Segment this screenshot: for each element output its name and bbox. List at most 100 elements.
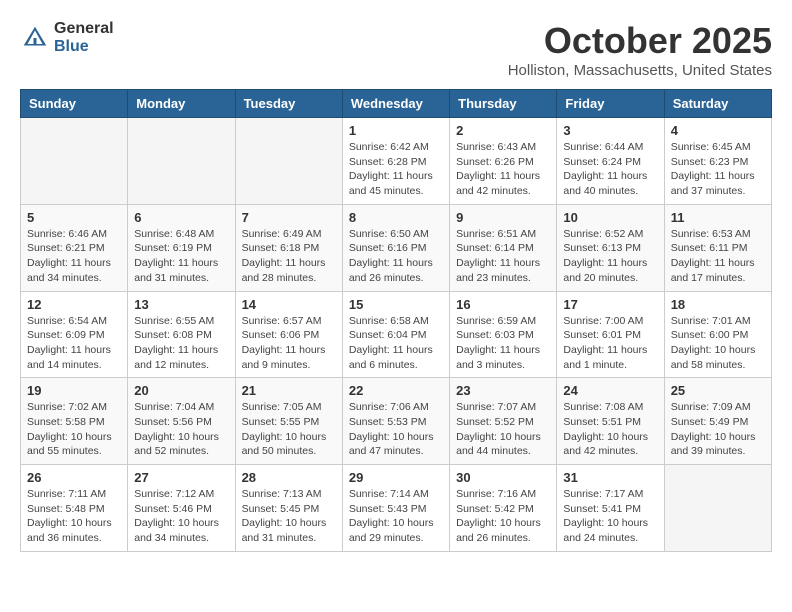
calendar-cell: 11 Sunrise: 6:53 AM Sunset: 6:11 PM Dayli… — [664, 204, 771, 291]
calendar-cell: 14 Sunrise: 6:57 AM Sunset: 6:06 PM Dayli… — [235, 291, 342, 378]
day-number: 3 — [563, 123, 657, 138]
day-number: 17 — [563, 297, 657, 312]
day-info: Sunrise: 6:49 AM Sunset: 6:18 PM Dayligh… — [242, 227, 336, 286]
day-info: Sunrise: 6:46 AM Sunset: 6:21 PM Dayligh… — [27, 227, 121, 286]
day-number: 29 — [349, 470, 443, 485]
calendar-cell: 26 Sunrise: 7:11 AM Sunset: 5:48 PM Dayli… — [21, 465, 128, 552]
calendar-cell: 19 Sunrise: 7:02 AM Sunset: 5:58 PM Dayli… — [21, 378, 128, 465]
day-info: Sunrise: 7:00 AM Sunset: 6:01 PM Dayligh… — [563, 314, 657, 373]
day-info: Sunrise: 7:11 AM Sunset: 5:48 PM Dayligh… — [27, 487, 121, 546]
calendar-cell: 28 Sunrise: 7:13 AM Sunset: 5:45 PM Dayli… — [235, 465, 342, 552]
calendar-cell: 16 Sunrise: 6:59 AM Sunset: 6:03 PM Dayli… — [450, 291, 557, 378]
day-number: 31 — [563, 470, 657, 485]
calendar-cell: 4 Sunrise: 6:45 AM Sunset: 6:23 PM Daylig… — [664, 118, 771, 205]
calendar-cell: 12 Sunrise: 6:54 AM Sunset: 6:09 PM Dayli… — [21, 291, 128, 378]
day-info: Sunrise: 6:58 AM Sunset: 6:04 PM Dayligh… — [349, 314, 443, 373]
calendar-cell: 20 Sunrise: 7:04 AM Sunset: 5:56 PM Dayli… — [128, 378, 235, 465]
calendar-header-row: SundayMondayTuesdayWednesdayThursdayFrid… — [21, 90, 772, 118]
day-number: 8 — [349, 210, 443, 225]
day-number: 26 — [27, 470, 121, 485]
day-info: Sunrise: 6:53 AM Sunset: 6:11 PM Dayligh… — [671, 227, 765, 286]
day-number: 14 — [242, 297, 336, 312]
day-number: 15 — [349, 297, 443, 312]
calendar-cell: 17 Sunrise: 7:00 AM Sunset: 6:01 PM Dayli… — [557, 291, 664, 378]
calendar-cell: 1 Sunrise: 6:42 AM Sunset: 6:28 PM Daylig… — [342, 118, 449, 205]
calendar-cell: 15 Sunrise: 6:58 AM Sunset: 6:04 PM Dayli… — [342, 291, 449, 378]
day-info: Sunrise: 6:50 AM Sunset: 6:16 PM Dayligh… — [349, 227, 443, 286]
day-number: 28 — [242, 470, 336, 485]
day-info: Sunrise: 7:17 AM Sunset: 5:41 PM Dayligh… — [563, 487, 657, 546]
day-info: Sunrise: 7:13 AM Sunset: 5:45 PM Dayligh… — [242, 487, 336, 546]
day-number: 18 — [671, 297, 765, 312]
day-info: Sunrise: 7:01 AM Sunset: 6:00 PM Dayligh… — [671, 314, 765, 373]
calendar-week-row: 5 Sunrise: 6:46 AM Sunset: 6:21 PM Daylig… — [21, 204, 772, 291]
day-number: 5 — [27, 210, 121, 225]
day-info: Sunrise: 6:48 AM Sunset: 6:19 PM Dayligh… — [134, 227, 228, 286]
calendar-cell: 30Sunrise: 7:16 AM Sunset: 5:42 PM Dayli… — [450, 465, 557, 552]
day-number: 23 — [456, 383, 550, 398]
day-number: 11 — [671, 210, 765, 225]
day-number: 24 — [563, 383, 657, 398]
day-info: Sunrise: 7:04 AM Sunset: 5:56 PM Dayligh… — [134, 400, 228, 459]
calendar-week-row: 19 Sunrise: 7:02 AM Sunset: 5:58 PM Dayli… — [21, 378, 772, 465]
calendar-cell — [235, 118, 342, 205]
day-info: Sunrise: 7:09 AM Sunset: 5:49 PM Dayligh… — [671, 400, 765, 459]
day-info: Sunrise: 6:57 AM Sunset: 6:06 PM Dayligh… — [242, 314, 336, 373]
day-header-thursday: Thursday — [450, 90, 557, 118]
calendar-week-row: 12 Sunrise: 6:54 AM Sunset: 6:09 PM Dayli… — [21, 291, 772, 378]
calendar-cell: 6 Sunrise: 6:48 AM Sunset: 6:19 PM Daylig… — [128, 204, 235, 291]
day-info: Sunrise: 6:59 AM Sunset: 6:03 PM Dayligh… — [456, 314, 550, 373]
calendar-table: SundayMondayTuesdayWednesdayThursdayFrid… — [20, 89, 772, 552]
logo-icon — [20, 23, 50, 53]
calendar-cell: 9Sunrise: 6:51 AM Sunset: 6:14 PM Daylig… — [450, 204, 557, 291]
day-info: Sunrise: 7:14 AM Sunset: 5:43 PM Dayligh… — [349, 487, 443, 546]
calendar-cell: 13Sunrise: 6:55 AM Sunset: 6:08 PM Dayli… — [128, 291, 235, 378]
day-info: Sunrise: 6:42 AM Sunset: 6:28 PM Dayligh… — [349, 140, 443, 199]
day-number: 4 — [671, 123, 765, 138]
calendar-cell: 8 Sunrise: 6:50 AM Sunset: 6:16 PM Daylig… — [342, 204, 449, 291]
day-info: Sunrise: 6:45 AM Sunset: 6:23 PM Dayligh… — [671, 140, 765, 199]
calendar-cell: 2Sunrise: 6:43 AM Sunset: 6:26 PM Daylig… — [450, 118, 557, 205]
day-header-wednesday: Wednesday — [342, 90, 449, 118]
logo-blue-text: Blue — [54, 38, 114, 56]
day-header-sunday: Sunday — [21, 90, 128, 118]
day-number: 19 — [27, 383, 121, 398]
day-number: 30 — [456, 470, 550, 485]
day-number: 7 — [242, 210, 336, 225]
calendar-cell — [21, 118, 128, 205]
page-header: General Blue October 2025 Holliston, Mas… — [20, 20, 772, 79]
month-title: October 2025 — [508, 20, 772, 62]
day-number: 9 — [456, 210, 550, 225]
logo-text: General Blue — [54, 20, 114, 55]
calendar-cell: 23 Sunrise: 7:07 AM Sunset: 5:52 PM Dayli… — [450, 378, 557, 465]
title-area: October 2025 Holliston, Massachusetts, U… — [508, 20, 772, 79]
calendar-cell: 25 Sunrise: 7:09 AM Sunset: 5:49 PM Dayli… — [664, 378, 771, 465]
day-header-monday: Monday — [128, 90, 235, 118]
day-info: Sunrise: 7:12 AM Sunset: 5:46 PM Dayligh… — [134, 487, 228, 546]
calendar-week-row: 26 Sunrise: 7:11 AM Sunset: 5:48 PM Dayli… — [21, 465, 772, 552]
calendar-cell — [664, 465, 771, 552]
day-info: Sunrise: 6:44 AM Sunset: 6:24 PM Dayligh… — [563, 140, 657, 199]
day-number: 1 — [349, 123, 443, 138]
day-header-friday: Friday — [557, 90, 664, 118]
day-number: 16 — [456, 297, 550, 312]
day-number: 20 — [134, 383, 228, 398]
calendar-cell: 31 Sunrise: 7:17 AM Sunset: 5:41 PM Dayli… — [557, 465, 664, 552]
day-info: Sunrise: 7:02 AM Sunset: 5:58 PM Dayligh… — [27, 400, 121, 459]
day-number: 25 — [671, 383, 765, 398]
calendar-cell: 24Sunrise: 7:08 AM Sunset: 5:51 PM Dayli… — [557, 378, 664, 465]
day-number: 12 — [27, 297, 121, 312]
day-info: Sunrise: 6:55 AM Sunset: 6:08 PM Dayligh… — [134, 314, 228, 373]
calendar-cell: 7 Sunrise: 6:49 AM Sunset: 6:18 PM Daylig… — [235, 204, 342, 291]
calendar-cell: 5 Sunrise: 6:46 AM Sunset: 6:21 PM Daylig… — [21, 204, 128, 291]
calendar-cell: 3 Sunrise: 6:44 AM Sunset: 6:24 PM Daylig… — [557, 118, 664, 205]
day-info: Sunrise: 7:07 AM Sunset: 5:52 PM Dayligh… — [456, 400, 550, 459]
day-info: Sunrise: 7:06 AM Sunset: 5:53 PM Dayligh… — [349, 400, 443, 459]
logo-general-text: General — [54, 20, 114, 38]
calendar-cell: 10Sunrise: 6:52 AM Sunset: 6:13 PM Dayli… — [557, 204, 664, 291]
day-info: Sunrise: 6:52 AM Sunset: 6:13 PM Dayligh… — [563, 227, 657, 286]
calendar-cell: 29 Sunrise: 7:14 AM Sunset: 5:43 PM Dayli… — [342, 465, 449, 552]
day-number: 6 — [134, 210, 228, 225]
day-info: Sunrise: 6:54 AM Sunset: 6:09 PM Dayligh… — [27, 314, 121, 373]
day-header-saturday: Saturday — [664, 90, 771, 118]
